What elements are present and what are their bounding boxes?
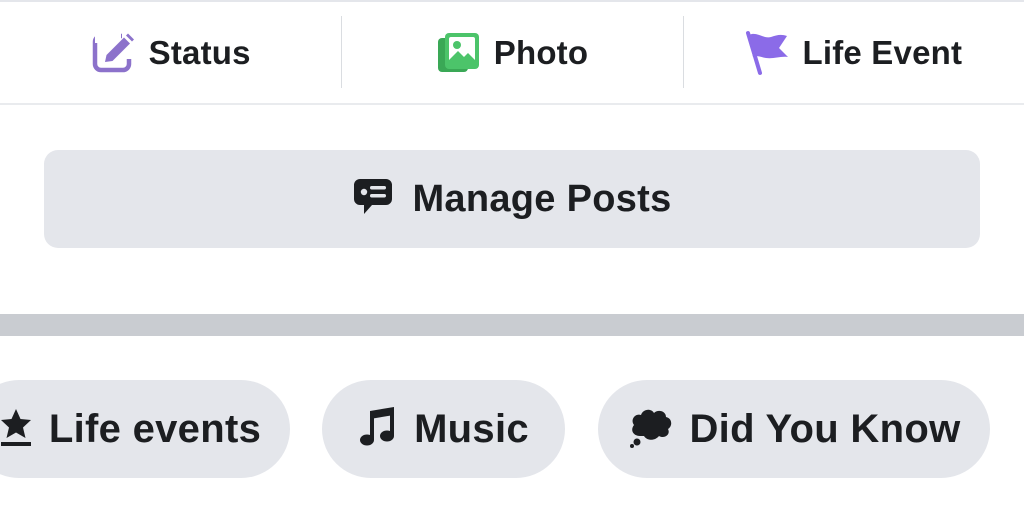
photo-button[interactable]: Photo (341, 2, 682, 104)
manage-posts-label: Manage Posts (412, 177, 672, 220)
life-event-label: Life Event (802, 34, 963, 71)
status-label: Status (148, 34, 251, 71)
speech-bubble-icon (352, 177, 394, 222)
divider (0, 103, 1024, 105)
section-separator (0, 314, 1024, 336)
life-event-button[interactable]: Life Event (682, 2, 1024, 104)
post-composer-bar: Status Photo Life Event (0, 2, 1024, 104)
profile-actions-screen: Status Photo Life Event Manage Posts Lif… (0, 0, 1024, 532)
flag-icon (744, 30, 790, 76)
photo-label: Photo (493, 34, 589, 71)
life-events-chip[interactable]: Life events (0, 380, 290, 478)
music-note-icon (358, 406, 398, 453)
photo-icon (436, 30, 482, 76)
status-button[interactable]: Status (0, 2, 341, 104)
did-you-know-label: Did You Know (689, 406, 961, 451)
did-you-know-chip[interactable]: Did You Know (598, 380, 990, 478)
music-label: Music (414, 406, 529, 451)
music-chip[interactable]: Music (322, 380, 565, 478)
edit-square-icon (91, 30, 137, 76)
manage-posts-button[interactable]: Manage Posts (44, 150, 980, 248)
life-events-label: Life events (48, 406, 262, 451)
star-upload-icon (0, 407, 33, 452)
thought-bubble-icon (628, 406, 674, 453)
